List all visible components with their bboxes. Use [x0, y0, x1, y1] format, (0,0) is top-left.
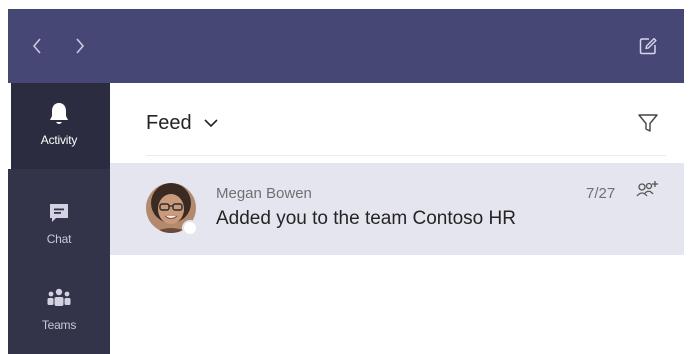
feed-header: Feed: [110, 83, 684, 161]
teams-window: Activity Chat Teams Feed Megan Bowen Add…: [8, 9, 684, 354]
chevron-down-icon: [204, 118, 218, 128]
app-bar-label: Teams: [41, 318, 77, 332]
avatar: [146, 183, 198, 236]
compose-icon: [639, 37, 657, 55]
app-bar-item-activity[interactable]: Activity: [8, 83, 110, 169]
title-bar: [8, 9, 684, 83]
app-bar-label: Chat: [46, 232, 72, 246]
back-button[interactable]: [28, 35, 46, 57]
activity-sender: Megan Bowen: [216, 185, 312, 202]
activity-item[interactable]: Megan Bowen Added you to the team Contos…: [110, 163, 684, 255]
activity-timestamp: 7/27: [586, 185, 616, 202]
filter-button[interactable]: [634, 109, 662, 137]
chevron-left-icon: [32, 38, 41, 54]
chevron-right-icon: [76, 38, 85, 54]
activity-pane: Feed Megan Bowen Added you to the team C…: [110, 83, 684, 354]
header-divider: [146, 155, 666, 156]
activity-message: Added you to the team Contoso HR: [216, 208, 516, 229]
presence-status: [182, 220, 198, 236]
new-chat-button[interactable]: [635, 33, 661, 59]
app-bar-item-chat[interactable]: Chat: [8, 182, 110, 268]
app-bar-item-teams[interactable]: Teams: [8, 268, 110, 354]
feed-dropdown[interactable]: Feed: [146, 109, 218, 137]
app-bar-label: Activity: [40, 133, 78, 147]
filter-icon: [638, 114, 658, 132]
bell-icon: [45, 101, 73, 127]
forward-button[interactable]: [71, 35, 89, 57]
chat-icon: [45, 200, 73, 226]
teams-icon: [45, 286, 73, 312]
feed-dropdown-label: Feed: [146, 111, 192, 134]
app-bar: Activity Chat Teams: [8, 83, 110, 354]
add-people-icon: [634, 179, 660, 203]
